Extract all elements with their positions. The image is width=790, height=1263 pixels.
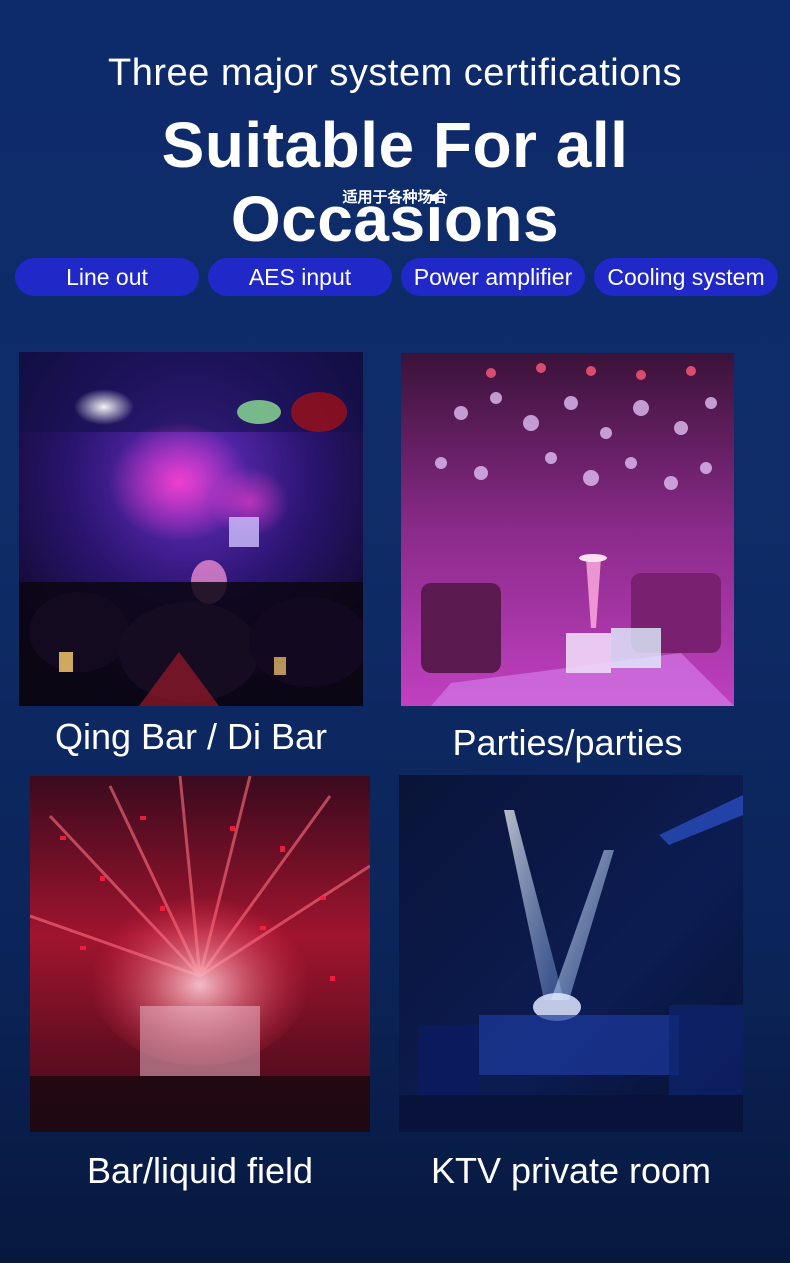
scene-caption: Bar/liquid field bbox=[86, 1150, 314, 1191]
feature-label: Power amplifier bbox=[413, 263, 573, 290]
scene-caption: Qing Bar / Di Bar bbox=[54, 716, 328, 757]
feature-label: Cooling system bbox=[607, 263, 765, 290]
feature-label: AES input bbox=[248, 263, 352, 290]
scene-caption: KTV private room bbox=[430, 1150, 712, 1191]
scene-photo-ktv-room bbox=[399, 775, 743, 1132]
scene-caption: Parties/parties bbox=[452, 722, 683, 763]
chinese-subtitle: 适用于各种场合 bbox=[342, 188, 448, 206]
feature-label: Line out bbox=[66, 263, 148, 290]
feature-pill-aes-input: AES input bbox=[208, 258, 392, 296]
subtitle: Three major system certifications bbox=[108, 52, 682, 94]
scene-photo-parties bbox=[401, 353, 734, 706]
scene-photo-qing-bar bbox=[19, 352, 363, 706]
feature-pill-power-amplifier: Power amplifier bbox=[401, 258, 585, 296]
feature-pill-cooling-system: Cooling system bbox=[594, 258, 778, 296]
scene-photo-bar-liquid-field bbox=[30, 776, 370, 1132]
feature-pill-line-out: Line out bbox=[15, 258, 199, 296]
page-title: Suitable For all Occasions bbox=[161, 109, 629, 255]
